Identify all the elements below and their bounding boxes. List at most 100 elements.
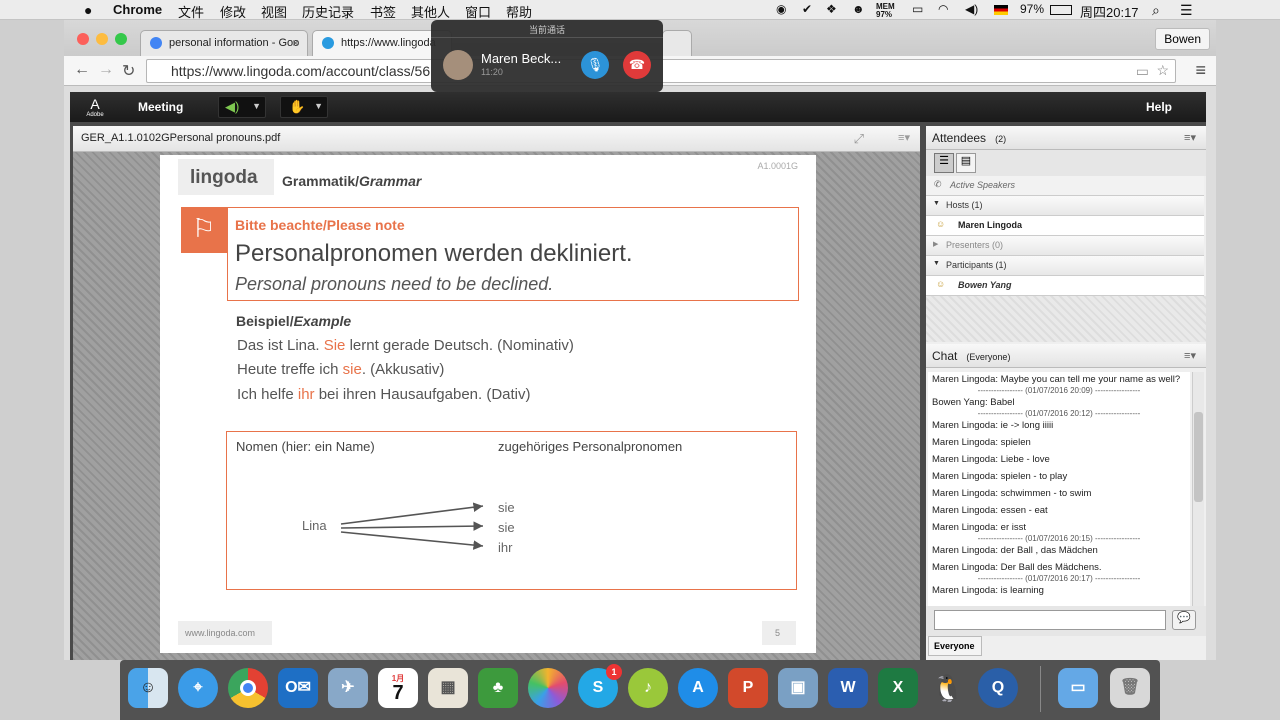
menu-help[interactable]: 帮助 xyxy=(506,2,532,21)
powerpoint-icon[interactable]: P xyxy=(728,668,768,708)
profile-button[interactable]: Bowen xyxy=(1155,28,1210,50)
evernote-icon[interactable]: ♣ xyxy=(478,668,518,708)
outlook-icon[interactable]: O✉ xyxy=(278,668,318,708)
reload-icon[interactable]: ↻ xyxy=(122,61,135,81)
meeting-menu[interactable]: Meeting xyxy=(138,100,183,114)
close-tab-icon[interactable]: × xyxy=(292,36,299,50)
pod-options-icon[interactable]: ≡▾ xyxy=(898,131,910,144)
menu-bookmarks[interactable]: 书签 xyxy=(370,2,396,21)
qq-icon[interactable]: 🐧 xyxy=(928,668,968,708)
scrollbar-thumb[interactable] xyxy=(1194,412,1203,502)
mail-icon[interactable]: ✈ xyxy=(328,668,368,708)
quicktime-icon[interactable]: Q xyxy=(978,668,1018,708)
menu-file[interactable]: 文件 xyxy=(178,2,204,21)
camera-blocked-icon[interactable]: ▭ xyxy=(1136,63,1149,80)
status-button[interactable]: ✋ ▼ xyxy=(280,96,328,118)
word-icon[interactable]: W xyxy=(828,668,868,708)
bookmark-star-icon[interactable]: ☆ xyxy=(1156,62,1169,79)
menu-edit[interactable]: 修改 xyxy=(220,2,246,21)
menu-window[interactable]: 窗口 xyxy=(465,2,491,21)
safari-icon[interactable]: ⌖ xyxy=(178,668,218,708)
chat-tab-everyone[interactable]: Everyone xyxy=(928,636,982,656)
menu-view[interactable]: 视图 xyxy=(261,2,287,21)
forward-icon[interactable]: → xyxy=(98,61,114,79)
dropbox-icon[interactable]: ❖ xyxy=(826,2,837,16)
example-line-1: Das ist Lina. Sie lernt gerade Deutsch. … xyxy=(237,337,574,354)
chevron-down-icon[interactable]: ▼ xyxy=(252,101,261,111)
hang-up-icon[interactable]: ☎ xyxy=(623,51,651,79)
skype-icon[interactable]: S1 xyxy=(578,664,622,708)
menu-app-name[interactable]: Chrome xyxy=(113,2,162,17)
record-icon[interactable]: ◉ xyxy=(776,2,786,16)
hosts-group-header[interactable]: ▼ Hosts (1) xyxy=(926,196,1204,216)
host-row[interactable]: ☺ Maren Lingoda xyxy=(926,216,1204,236)
preview-icon[interactable]: ▦ xyxy=(428,668,468,708)
example-line-2: Heute treffe ich sie. (Akkusativ) xyxy=(237,361,445,378)
list-view-icon[interactable]: ☰ xyxy=(934,153,954,173)
check-icon[interactable]: ✔ xyxy=(802,2,812,16)
volume-icon[interactable]: ◀) xyxy=(965,2,978,16)
fullscreen-icon[interactable]: ⤢ xyxy=(854,131,864,147)
spotlight-search-icon[interactable]: ⌕ xyxy=(1152,2,1160,19)
call-header: 当前通话 xyxy=(528,25,565,35)
new-tab-button[interactable] xyxy=(662,30,692,56)
flag-de-icon[interactable] xyxy=(994,5,1008,15)
battery-percent[interactable]: 97% xyxy=(1020,2,1044,16)
card-view-icon[interactable]: ▤ xyxy=(956,153,976,173)
participant-row[interactable]: ☺ Bowen Yang xyxy=(926,276,1204,296)
chat-message-list[interactable]: Maren Lingoda: Maybe you can tell me you… xyxy=(928,372,1190,606)
participants-group-header[interactable]: ▼ Participants (1) xyxy=(926,256,1204,276)
send-message-icon[interactable]: 💬 xyxy=(1172,610,1196,630)
chrome-icon[interactable] xyxy=(228,668,268,708)
wifi-icon[interactable]: ◠ xyxy=(938,2,948,16)
apple-icon[interactable]: ● xyxy=(84,2,92,18)
image-capture-icon[interactable]: ▣ xyxy=(778,668,818,708)
memory-meter[interactable]: MEM 97% xyxy=(876,3,895,19)
battery-icon[interactable] xyxy=(1050,5,1072,15)
column-header-noun: Nomen (hier: ein Name) xyxy=(236,439,375,454)
notification-center-icon[interactable]: ☰ xyxy=(1180,2,1193,19)
help-menu[interactable]: Help xyxy=(1146,100,1172,114)
menu-people[interactable]: 其他人 xyxy=(411,2,450,21)
chrome-menu-icon[interactable]: ≡ xyxy=(1195,60,1206,81)
speaker-button[interactable]: ◀) ▼ xyxy=(218,96,266,118)
chat-header: Chat (Everyone) ≡▾ xyxy=(926,344,1206,368)
pod-options-icon[interactable]: ≡▾ xyxy=(1184,349,1196,362)
chat-scrollbar[interactable] xyxy=(1192,372,1204,606)
photos-icon[interactable] xyxy=(528,668,568,708)
url-text: https://www.lingoda.com/account/class/56 xyxy=(171,63,431,79)
microphone-icon[interactable]: 🎙 xyxy=(581,51,609,79)
document-filename: GER_A1.1.0102GPersonal pronouns.pdf xyxy=(81,132,281,144)
chat-timestamp-separator: ----------------- (01/07/2016 20:12) ---… xyxy=(977,409,1141,418)
qq-status-icon[interactable]: ☻ xyxy=(852,2,865,16)
host-user-icon: ☺ xyxy=(936,219,946,229)
music-app-icon[interactable]: ♪ xyxy=(628,668,668,708)
clock[interactable]: 周四20:17 xyxy=(1080,2,1139,21)
zoom-window-icon[interactable] xyxy=(115,33,127,45)
chat-input[interactable] xyxy=(934,610,1166,630)
note-translation: Personal pronouns need to be declined. xyxy=(235,274,554,294)
back-icon[interactable]: ← xyxy=(74,61,90,79)
chevron-down-icon[interactable]: ▼ xyxy=(314,101,323,111)
pod-options-icon[interactable]: ≡▾ xyxy=(1184,131,1196,144)
excel-icon[interactable]: X xyxy=(878,668,918,708)
pronoun-list: sie sie ihr xyxy=(498,498,515,558)
finder-icon[interactable]: ☺ xyxy=(128,668,168,708)
flag-icon: ⚐ xyxy=(181,207,227,253)
trash-icon[interactable]: 🗑 xyxy=(1110,668,1150,708)
share-pod: GER_A1.1.0102GPersonal pronouns.pdf ⤢ ≡▾… xyxy=(73,126,920,660)
downloads-folder-icon[interactable]: ▭ xyxy=(1058,668,1098,708)
section-title: Grammatik/Grammar xyxy=(282,173,422,189)
minimize-window-icon[interactable] xyxy=(96,33,108,45)
menu-history[interactable]: 历史记录 xyxy=(302,2,354,21)
active-speakers-row: ✆ Active Speakers xyxy=(926,176,1204,196)
call-divider xyxy=(431,37,663,38)
presenters-group-header[interactable]: ▶ Presenters (0) xyxy=(926,236,1204,256)
close-window-icon[interactable] xyxy=(77,33,89,45)
app-store-icon[interactable]: A xyxy=(678,668,718,708)
calendar-icon[interactable]: 1月 7 xyxy=(378,668,418,708)
airplay-icon[interactable]: ▭ xyxy=(912,2,923,16)
tab-google-search[interactable]: personal information - Goo × xyxy=(140,30,308,56)
attendees-empty-area xyxy=(926,296,1206,342)
mac-dock: ☺ ⌖ O✉ ✈ 1月 7 ▦ ♣ S1 ♪ A P ▣ W X 🐧 Q ▭ 🗑 xyxy=(120,660,1160,720)
